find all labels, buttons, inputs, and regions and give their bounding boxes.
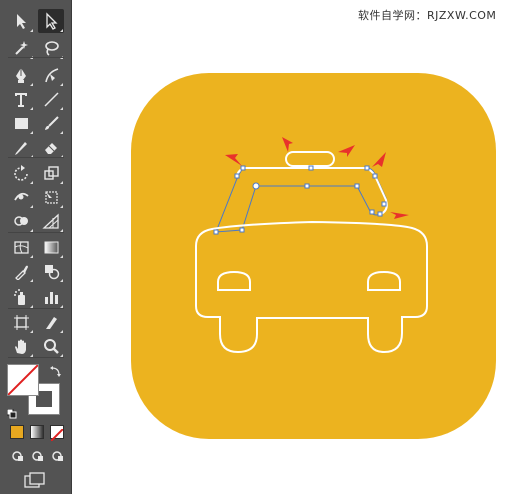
symbol-sprayer-tool-icon[interactable]: [8, 285, 34, 309]
tool-row: [6, 235, 66, 259]
default-fill-stroke-icon[interactable]: [6, 404, 17, 419]
toolbar-separator: [8, 308, 64, 309]
rotate-tool-icon[interactable]: [8, 161, 34, 185]
artboard[interactable]: [72, 0, 516, 494]
draw-normal-icon[interactable]: [10, 449, 26, 463]
gradient-mode-button[interactable]: [30, 425, 44, 439]
swap-fill-stroke-icon[interactable]: [50, 362, 62, 377]
pencil-tool-icon[interactable]: [8, 135, 34, 159]
width-tool-icon[interactable]: [8, 185, 34, 209]
selection-tool-icon[interactable]: [8, 9, 34, 33]
tool-row: [6, 259, 66, 283]
draw-behind-icon[interactable]: [30, 449, 46, 463]
curvature-tool-icon[interactable]: [38, 63, 64, 87]
watermark-text: 软件自学网：RJZXW.COM: [358, 9, 497, 22]
paintbrush-tool-icon[interactable]: [38, 111, 64, 135]
pen-tool-icon[interactable]: [8, 63, 34, 87]
tool-row: [6, 161, 66, 185]
tool-row: [6, 135, 66, 159]
scale-tool-icon[interactable]: [38, 161, 64, 185]
none-mode-button[interactable]: [50, 425, 64, 442]
mesh-tool-icon[interactable]: [8, 235, 34, 259]
shape-builder-tool-icon[interactable]: [8, 209, 34, 233]
tool-row: [6, 334, 66, 358]
toolbar-separator: [8, 57, 64, 58]
eyedropper-tool-icon[interactable]: [8, 259, 34, 283]
draw-inside-icon[interactable]: [50, 449, 66, 463]
tool-row: [6, 63, 66, 87]
zoom-tool-icon[interactable]: [38, 334, 64, 358]
hand-tool-icon[interactable]: [8, 334, 34, 358]
screen-mode-icon[interactable]: [24, 472, 46, 488]
fill-swatch[interactable]: [7, 364, 39, 396]
free-transform-tool-icon[interactable]: [38, 185, 64, 209]
tool-row: [6, 9, 66, 33]
line-segment-tool-icon[interactable]: [38, 87, 64, 111]
toolbar-separator: [8, 157, 64, 158]
rectangle-tool-icon[interactable]: [8, 111, 34, 135]
artboard-tool-icon[interactable]: [8, 310, 34, 334]
column-graph-tool-icon[interactable]: [38, 285, 64, 309]
perspective-grid-tool-icon[interactable]: [38, 209, 64, 233]
toolbar-separator: [8, 357, 64, 358]
tool-row: [6, 310, 66, 334]
tool-row: [6, 209, 66, 233]
color-mode-button[interactable]: [10, 425, 24, 439]
slice-tool-icon[interactable]: [38, 310, 64, 334]
tool-row: [6, 111, 66, 135]
illustrator-window: 软件自学网：RJZXW.COM: [0, 0, 516, 494]
canvas-area[interactable]: [72, 0, 516, 494]
tool-row: [6, 285, 66, 309]
direct-selection-tool-icon[interactable]: [38, 9, 64, 33]
tools-panel: [0, 0, 72, 494]
tool-row: [6, 185, 66, 209]
tool-row: [6, 87, 66, 111]
toolbar-separator: [8, 232, 64, 233]
icon-background[interactable]: [131, 73, 496, 439]
type-tool-icon[interactable]: [8, 87, 34, 111]
eraser-tool-icon[interactable]: [38, 135, 64, 159]
gradient-tool-icon[interactable]: [38, 235, 64, 259]
blend-tool-icon[interactable]: [38, 259, 64, 283]
